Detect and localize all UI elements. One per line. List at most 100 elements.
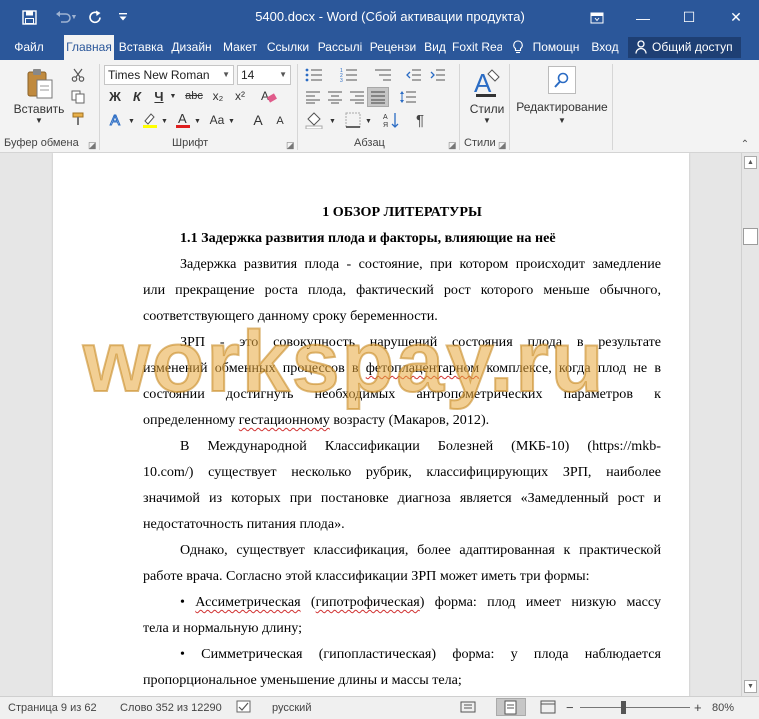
font-size-combo[interactable]: 14 ▼ [237,65,291,85]
sort-icon[interactable]: AЯ [380,110,402,130]
vertical-scrollbar[interactable]: ▲ ▼ [741,153,759,696]
zoom-out-icon[interactable]: − [566,700,574,715]
share-button[interactable]: Общий доступ [628,37,741,58]
print-layout-icon[interactable] [496,698,526,716]
editing-label[interactable]: Редактирование [514,100,610,114]
borders-dropdown-icon[interactable]: ▼ [364,112,373,130]
undo-dropdown-icon[interactable]: ▼ [68,6,80,28]
lightbulb-icon[interactable] [511,35,525,60]
zoom-in-icon[interactable]: + [694,700,702,715]
document-line[interactable]: изменений обменных процессов в фетоплаце… [143,355,661,381]
page-count[interactable]: Страница 9 из 62 [8,702,97,714]
tell-me-search[interactable]: Помощн [529,35,583,60]
change-case-button[interactable]: Aa [205,111,229,129]
styles-dropdown-icon[interactable]: ▼ [478,116,496,125]
superscript-button[interactable]: x² [230,87,250,105]
spelling-error[interactable]: гипотрофическая [316,594,420,610]
tab-references[interactable]: Ссылки [264,35,312,60]
tab-home[interactable]: Главная [64,35,114,60]
document-line[interactable]: соответствующего данному сроку беременно… [143,303,661,329]
language[interactable]: русский [272,702,311,714]
underline-button[interactable]: Ч [150,87,168,105]
document-line[interactable]: недостаточность питания плода». [143,511,661,537]
font-color-icon[interactable]: A [173,110,193,130]
highlight-dropdown-icon[interactable]: ▼ [160,112,169,130]
justify-icon[interactable] [367,87,389,107]
align-center-icon[interactable] [325,88,345,106]
text-effects-icon[interactable]: A [106,110,128,130]
paragraph-launcher-icon[interactable]: ◪ [448,140,457,151]
tab-mailings[interactable]: Рассылі [315,35,365,60]
document-body[interactable]: 1 ОБЗОР ЛИТЕРАТУРЫ 1.1 Задержка развития … [143,199,661,696]
word-count[interactable]: Слово 352 из 12290 [120,702,222,714]
zoom-level[interactable]: 80% [712,702,734,714]
subscript-button[interactable]: x₂ [208,87,228,105]
multilevel-list-icon[interactable] [372,66,394,84]
sign-in-link[interactable]: Вход [588,35,622,60]
document-line[interactable]: или прекращение роста плода, фактический… [143,277,661,303]
document-line[interactable]: • Симметрическая (гипопластическая) форм… [143,641,661,667]
focus-mode-icon[interactable] [460,700,476,717]
spelling-error[interactable]: фетоплацентарном [366,360,479,376]
tab-layout[interactable]: Макет [220,35,260,60]
web-layout-icon[interactable] [540,700,556,717]
close-button[interactable]: ✕ [713,0,759,35]
save-icon[interactable] [16,6,42,28]
grow-font-button[interactable]: A [248,111,268,129]
align-left-icon[interactable] [303,88,323,106]
font-color-dropdown-icon[interactable]: ▼ [193,112,202,130]
tab-insert[interactable]: Вставка [116,35,166,60]
document-line[interactable]: Однако, существует классификация, более … [143,537,661,563]
highlight-color-icon[interactable] [140,110,160,130]
scroll-thumb[interactable] [743,228,758,245]
tab-file[interactable]: Файл [6,35,52,60]
align-right-icon[interactable] [347,88,367,106]
document-line[interactable]: состоянии достигнуть необходимых антропо… [143,381,661,407]
spelling-error[interactable]: Ассиметрическая [195,594,300,610]
tab-view[interactable]: Вид [421,35,449,60]
document-line[interactable]: определенному гестационному возрасту (Ма… [143,407,661,433]
font-name-combo[interactable]: Times New Roman ▼ [104,65,234,85]
maximize-button[interactable]: ☐ [666,0,712,35]
copy-icon[interactable] [68,88,88,106]
text-effects-dropdown-icon[interactable]: ▼ [127,112,136,130]
document-line[interactable]: тела и нормальную длину; [143,615,661,641]
bold-button[interactable]: Ж [106,87,124,105]
document-page[interactable]: 1 ОБЗОР ЛИТЕРАТУРЫ 1.1 Задержка развития … [53,153,689,696]
bullets-icon[interactable] [303,66,325,84]
cut-icon[interactable] [68,66,88,84]
tab-design[interactable]: Дизайн [169,35,214,60]
paste-dropdown-icon[interactable]: ▼ [30,116,48,125]
document-line[interactable]: значимой из которых при постановке диагн… [143,485,661,511]
shading-dropdown-icon[interactable]: ▼ [328,112,337,130]
tab-foxit[interactable]: Foxit Rea [452,35,502,60]
numbering-icon[interactable]: 123 [338,66,360,84]
magnifier-icon[interactable] [548,66,576,94]
shading-icon[interactable] [303,110,327,130]
styles-label[interactable]: Стили [464,102,510,116]
document-line[interactable]: Задержка развития плода - состояние, при… [143,251,661,277]
customize-quick-access-icon[interactable] [110,6,136,28]
spelling-error[interactable]: гестационному [239,412,330,428]
tab-review[interactable]: Рецензи [368,35,418,60]
document-line[interactable]: работе врача. Согласно этой классификаци… [143,563,661,589]
line-spacing-icon[interactable] [396,88,420,106]
change-case-dropdown-icon[interactable]: ▼ [227,112,236,130]
zoom-slider-thumb[interactable] [621,701,626,714]
clipboard-launcher-icon[interactable]: ◪ [88,140,97,151]
strikethrough-button[interactable]: abc [182,87,206,105]
document-line[interactable]: 1 ОБЗОР ЛИТЕРАТУРЫ [143,199,661,225]
zoom-slider-track[interactable] [580,707,690,708]
shrink-font-button[interactable]: A [270,113,290,129]
styles-icon[interactable]: A [470,64,504,102]
underline-dropdown-icon[interactable]: ▼ [168,87,178,105]
styles-launcher-icon[interactable]: ◪ [498,140,507,151]
ribbon-display-options-icon[interactable] [574,0,620,35]
document-line[interactable]: • Ассиметрическая (гипотрофическая) форм… [143,589,661,615]
proofing-icon[interactable] [236,700,252,717]
paste-label[interactable]: Вставить [10,102,68,116]
italic-button[interactable]: К [128,87,146,105]
paste-icon[interactable] [22,66,58,102]
document-line[interactable]: ЗРП - это совокупность нарушений состоян… [143,329,661,355]
font-launcher-icon[interactable]: ◪ [286,140,295,151]
